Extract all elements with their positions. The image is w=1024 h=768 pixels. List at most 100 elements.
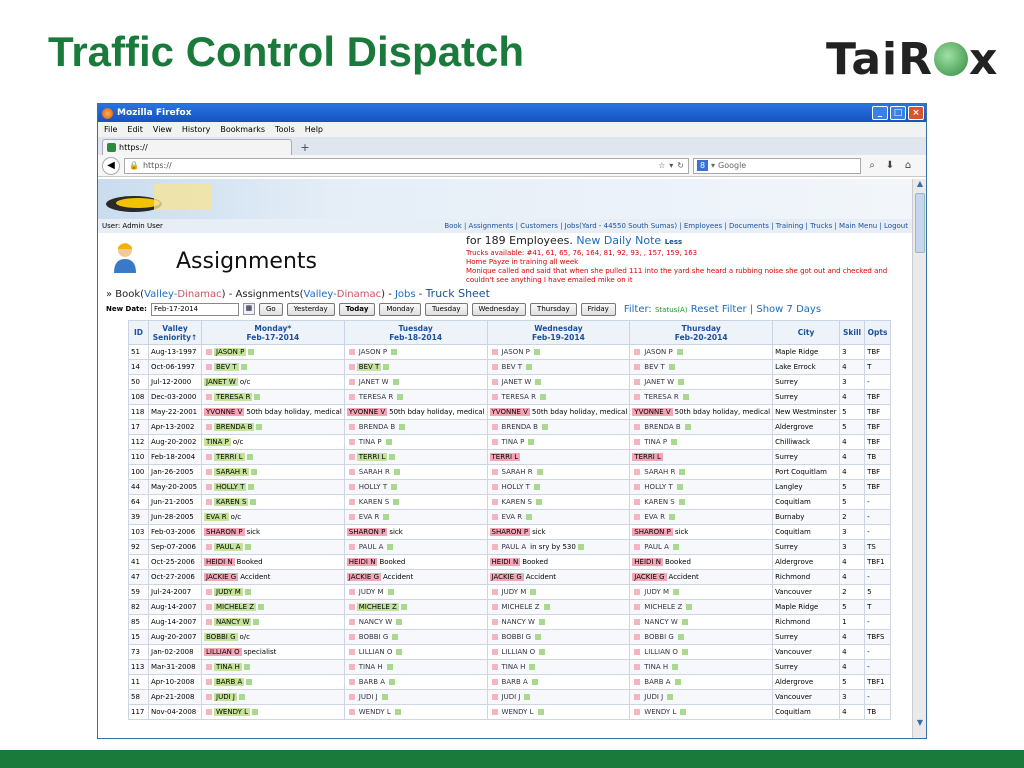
cell-assignment[interactable]: HOLLY T <box>629 479 774 495</box>
add-icon[interactable] <box>256 424 263 430</box>
cell-assignment[interactable]: HEIDI N Booked <box>201 554 345 570</box>
maximize-icon[interactable]: □ <box>890 106 906 120</box>
col-monday[interactable]: Monday* Feb-17-2014 <box>201 320 345 345</box>
employee-name[interactable]: EVA R <box>357 513 382 521</box>
employee-name[interactable]: TINA P <box>357 438 384 446</box>
employee-name[interactable]: SARAH R <box>214 468 250 476</box>
remove-icon[interactable] <box>491 379 498 385</box>
employee-name[interactable]: JUDI J <box>642 693 665 701</box>
add-icon[interactable] <box>383 514 390 520</box>
employee-name[interactable]: BRENDA B <box>500 423 540 431</box>
main-nav-links[interactable]: Book | Assignments | Customers | Jobs(Ya… <box>444 222 908 230</box>
remove-icon[interactable] <box>348 634 355 640</box>
add-icon[interactable] <box>680 709 687 715</box>
add-icon[interactable] <box>396 649 403 655</box>
employee-name[interactable]: NANCY W <box>357 618 394 626</box>
employee-name[interactable]: HEIDI N <box>346 558 378 566</box>
employee-name[interactable]: HOLLY T <box>214 483 247 491</box>
cell-assignment[interactable]: JUDY M <box>486 584 631 600</box>
add-icon[interactable] <box>539 649 546 655</box>
cell-assignment[interactable]: JANET W <box>629 374 774 390</box>
cell-assignment[interactable]: JASON P <box>486 344 631 360</box>
employee-name[interactable]: TERRI L <box>632 453 663 461</box>
cell-assignment[interactable]: WENDY L <box>486 704 631 720</box>
add-icon[interactable] <box>386 664 393 670</box>
employee-name[interactable]: YVONNE V <box>204 408 245 416</box>
remove-icon[interactable] <box>206 679 212 685</box>
remove-icon[interactable] <box>491 664 498 670</box>
cell-assignment[interactable]: WENDY L <box>201 704 345 720</box>
remove-icon[interactable] <box>348 349 355 355</box>
employee-name[interactable]: MICHELE Z <box>356 603 399 611</box>
remove-icon[interactable] <box>491 469 498 475</box>
minimize-icon[interactable]: _ <box>872 106 888 120</box>
cell-assignment[interactable]: BEV T <box>629 359 774 375</box>
cell-assignment[interactable]: BARB A <box>486 674 631 690</box>
scroll-up-icon[interactable]: ▲ <box>913 179 926 191</box>
cell-assignment[interactable]: TERRI L <box>343 449 488 465</box>
cell-assignment[interactable]: HOLLY T <box>343 479 488 495</box>
cell-assignment[interactable]: TERESA R <box>629 389 774 405</box>
remove-icon[interactable] <box>348 484 355 490</box>
add-icon[interactable] <box>668 364 675 370</box>
employee-name[interactable]: TERESA R <box>642 393 680 401</box>
add-icon[interactable] <box>529 664 536 670</box>
remove-icon[interactable] <box>634 604 641 610</box>
cell-assignment[interactable]: TERRI L <box>629 449 774 465</box>
cell-assignment[interactable]: JASON P <box>629 344 774 360</box>
add-icon[interactable] <box>536 469 543 475</box>
cell-assignment[interactable]: HOLLY T <box>486 479 631 495</box>
employee-name[interactable]: NANCY W <box>214 618 252 626</box>
employee-name[interactable]: PAUL A <box>357 543 386 551</box>
add-icon[interactable] <box>389 454 396 460</box>
cell-assignment[interactable]: BOBBI G <box>486 629 631 645</box>
remove-icon[interactable] <box>491 514 498 520</box>
cell-assignment[interactable]: HEIDI N Booked <box>486 554 631 570</box>
add-icon[interactable] <box>254 394 261 400</box>
add-icon[interactable] <box>674 679 681 685</box>
employee-name[interactable]: KAREN S <box>214 498 249 506</box>
cell-assignment[interactable]: BRENDA B <box>201 419 345 435</box>
cell-assignment[interactable]: MICHELE Z <box>201 599 345 615</box>
add-icon[interactable] <box>243 664 250 670</box>
date-input[interactable]: Feb-17-2014 <box>150 302 239 316</box>
cell-assignment[interactable]: TERESA R <box>201 389 345 405</box>
employee-name[interactable]: PAUL A <box>642 543 671 551</box>
cell-assignment[interactable]: JANET W <box>343 374 488 390</box>
employee-name[interactable]: TINA H <box>500 663 528 671</box>
add-icon[interactable] <box>253 619 260 625</box>
employee-name[interactable]: BARB A <box>357 678 387 686</box>
add-icon[interactable] <box>392 379 399 385</box>
remove-icon[interactable] <box>206 499 212 505</box>
cell-assignment[interactable]: SHARON Psick <box>201 524 345 540</box>
add-icon[interactable] <box>537 709 544 715</box>
employee-name[interactable]: WENDY L <box>357 708 393 716</box>
cell-assignment[interactable]: SHARON Psick <box>486 524 631 540</box>
employee-name[interactable]: NANCY W <box>642 618 679 626</box>
employee-name[interactable]: TINA P <box>500 438 527 446</box>
employee-name[interactable]: BOBBI G <box>500 633 534 641</box>
remove-icon[interactable] <box>634 379 641 385</box>
cell-assignment[interactable]: TINA H <box>486 659 631 675</box>
employee-name[interactable]: BRENDA B <box>357 423 397 431</box>
employee-name[interactable]: BARB A <box>500 678 530 686</box>
menu-history[interactable]: History <box>182 125 210 134</box>
remove-icon[interactable] <box>206 664 212 670</box>
remove-icon[interactable] <box>491 709 498 715</box>
cell-assignment[interactable]: HOLLY T <box>201 479 345 495</box>
cell-assignment[interactable]: TINA Po/c <box>201 434 345 450</box>
employee-name[interactable]: PAUL A <box>500 543 529 551</box>
cell-assignment[interactable]: BOBBI G <box>629 629 774 645</box>
remove-icon[interactable] <box>491 619 498 625</box>
employee-name[interactable]: LILLIAN O <box>357 648 395 656</box>
cell-assignment[interactable]: NANCY W <box>343 614 488 630</box>
employee-name[interactable]: JACKIE G <box>632 573 667 581</box>
add-icon[interactable] <box>686 604 693 610</box>
cell-assignment[interactable]: YVONNE V 50th bday holiday, medical <box>486 404 631 420</box>
add-icon[interactable] <box>676 484 683 490</box>
remove-icon[interactable] <box>348 679 355 685</box>
remove-icon[interactable] <box>348 469 355 475</box>
add-icon[interactable] <box>667 694 674 700</box>
today-button[interactable]: Today <box>338 302 376 316</box>
cell-assignment[interactable]: JUDI J <box>343 689 488 705</box>
